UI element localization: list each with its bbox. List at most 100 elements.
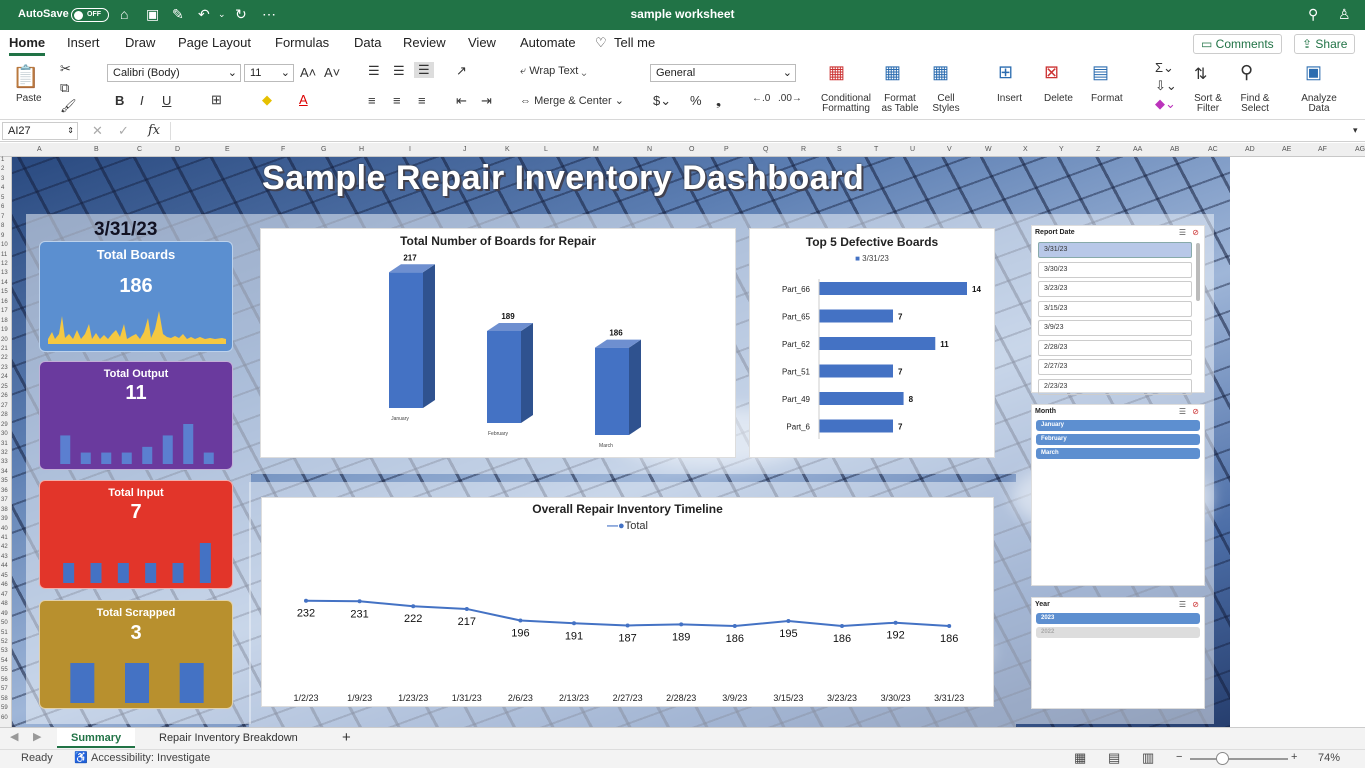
format-cells-label[interactable]: Format [1091,94,1123,104]
row-header[interactable]: 55 [1,667,8,673]
column-header[interactable]: Y [1059,146,1064,153]
row-header[interactable]: 8 [1,223,4,229]
column-header[interactable]: Z [1096,146,1100,153]
column-header[interactable]: F [281,146,285,153]
cell-styles-label[interactable]: Cell Styles [928,94,964,114]
row-header[interactable]: 13 [1,270,8,276]
column-header[interactable]: K [505,146,510,153]
zoom-slider-thumb[interactable] [1216,752,1229,765]
row-header[interactable]: 51 [1,630,8,636]
worksheet[interactable]: Sample Repair Inventory Dashboard 3/31/2… [12,157,1230,727]
slicer-item-date[interactable]: 3/30/23 [1038,261,1192,278]
add-sheet-icon[interactable]: + [342,729,351,746]
column-header[interactable]: G [321,146,326,153]
slicer-item-month[interactable]: January [1036,420,1200,431]
column-header[interactable]: I [409,146,411,153]
row-header[interactable]: 2 [1,166,4,172]
row-header[interactable]: 48 [1,601,8,607]
column-header[interactable]: C [137,146,142,153]
multi-select-icon[interactable]: ☰ [1179,407,1186,416]
tab-automate[interactable]: Automate [520,35,576,50]
align-right-icon[interactable]: ≡ [418,93,426,108]
clear-filter-icon[interactable]: ⊘ [1192,228,1199,237]
multi-select-icon[interactable]: ☰ [1179,600,1186,609]
tab-data[interactable]: Data [354,35,381,50]
decrease-decimal-icon[interactable]: .00→ [778,93,802,104]
slicer-item-date[interactable]: 3/23/23 [1038,281,1192,297]
row-header[interactable]: 44 [1,563,8,569]
slicer-item-month[interactable]: March [1036,448,1200,459]
column-header[interactable]: X [1023,146,1028,153]
number-format-select[interactable]: General ⌄ [650,64,796,82]
row-header[interactable]: 1 [1,157,4,163]
insert-cells-icon[interactable]: ⊞ [998,62,1013,83]
find-select-label[interactable]: Find & Select [1238,94,1272,114]
font-color-icon[interactable]: A [299,92,308,107]
row-header[interactable]: 20 [1,337,8,343]
borders-icon[interactable]: ⊞ [211,92,222,108]
underline-icon[interactable]: U [162,93,171,108]
tab-formulas[interactable]: Formulas [275,35,329,50]
share-button[interactable]: ⇪ Share [1294,34,1356,54]
row-header[interactable]: 31 [1,441,8,447]
row-header[interactable]: 34 [1,469,8,475]
search-icon[interactable]: ⚲ [1308,6,1318,23]
row-header[interactable]: 4 [1,185,4,191]
fill-icon[interactable]: ⇩⌄ [1155,78,1177,94]
row-header[interactable]: 50 [1,620,8,626]
tab-page-layout[interactable]: Page Layout [178,35,251,50]
column-header[interactable]: N [647,146,652,153]
row-header[interactable]: 52 [1,639,8,645]
slicer-month[interactable]: Month ☰ ⊘ January February March [1031,404,1205,586]
accessibility-status[interactable]: Accessibility: Investigate [91,752,210,764]
conditional-formatting-icon[interactable]: ▦ [828,62,845,83]
next-sheet-icon[interactable]: ▶ [33,730,41,743]
clear-filter-icon[interactable]: ⊘ [1192,600,1199,609]
row-header[interactable]: 58 [1,696,8,702]
row-header[interactable]: 15 [1,289,8,295]
column-header[interactable]: AG [1355,146,1365,153]
tab-home[interactable]: Home [9,35,46,56]
format-table-label[interactable]: Format as Table [878,94,922,114]
row-header[interactable]: 9 [1,233,4,239]
slicer-item-date[interactable]: 2/23/23 [1038,378,1192,395]
tab-tell-me[interactable]: Tell me [614,35,655,50]
row-header[interactable]: 29 [1,422,8,428]
slicer-item-date[interactable]: 2/28/23 [1038,339,1192,356]
row-header[interactable]: 32 [1,450,8,456]
copy-icon[interactable]: ⧉ [60,80,69,96]
chart-timeline[interactable]: Overall Repair Inventory Timeline —●Tota… [261,497,994,707]
row-header[interactable]: 57 [1,686,8,692]
wrap-text-button[interactable]: ⤶ Wrap Text ⌄ [520,65,587,78]
column-header[interactable]: V [947,146,952,153]
sort-filter-label[interactable]: Sort & Filter [1192,94,1224,114]
chart-top-defective[interactable]: Top 5 Defective Boards ■ 3/31/23 Part_66… [749,228,995,458]
fill-color-icon[interactable]: ◆ [262,92,272,108]
slicer-item-2023[interactable]: 2023 [1036,613,1200,624]
increase-font-icon[interactable]: A˄ [300,65,316,80]
column-header[interactable]: E [225,146,230,153]
row-header[interactable]: 21 [1,346,8,352]
align-middle-icon[interactable]: ☰ [393,63,405,79]
column-header[interactable]: B [94,146,99,153]
page-layout-view-icon[interactable]: ▤ [1108,750,1120,766]
font-family-select[interactable]: Calibri (Body) ⌄ [107,64,241,82]
column-header[interactable]: Q [763,146,768,153]
format-painter-icon[interactable]: 🖌 [60,98,77,114]
slicer-item-2022[interactable]: 2022 [1036,627,1200,638]
row-header[interactable]: 36 [1,488,8,494]
column-header[interactable]: H [359,146,364,153]
slicer-scrollbar[interactable] [1196,243,1200,301]
slicer-year[interactable]: Year ☰ ⊘ 2023 2022 [1031,597,1205,709]
fx-icon[interactable]: fx [148,123,160,138]
row-header[interactable]: 6 [1,204,4,210]
font-size-select[interactable]: 11 ⌄ [244,64,294,82]
row-header[interactable]: 12 [1,261,8,267]
row-header[interactable]: 27 [1,403,8,409]
italic-icon[interactable]: I [140,93,144,108]
slicer-item-date[interactable]: 3/15/23 [1038,300,1192,317]
slicer-item-date[interactable]: 2/27/23 [1038,359,1192,375]
paste-icon[interactable]: 📋 [12,64,39,90]
comments-button[interactable]: ▭ Comments [1193,34,1282,54]
name-box[interactable]: AI27 ⇕ [2,122,78,140]
